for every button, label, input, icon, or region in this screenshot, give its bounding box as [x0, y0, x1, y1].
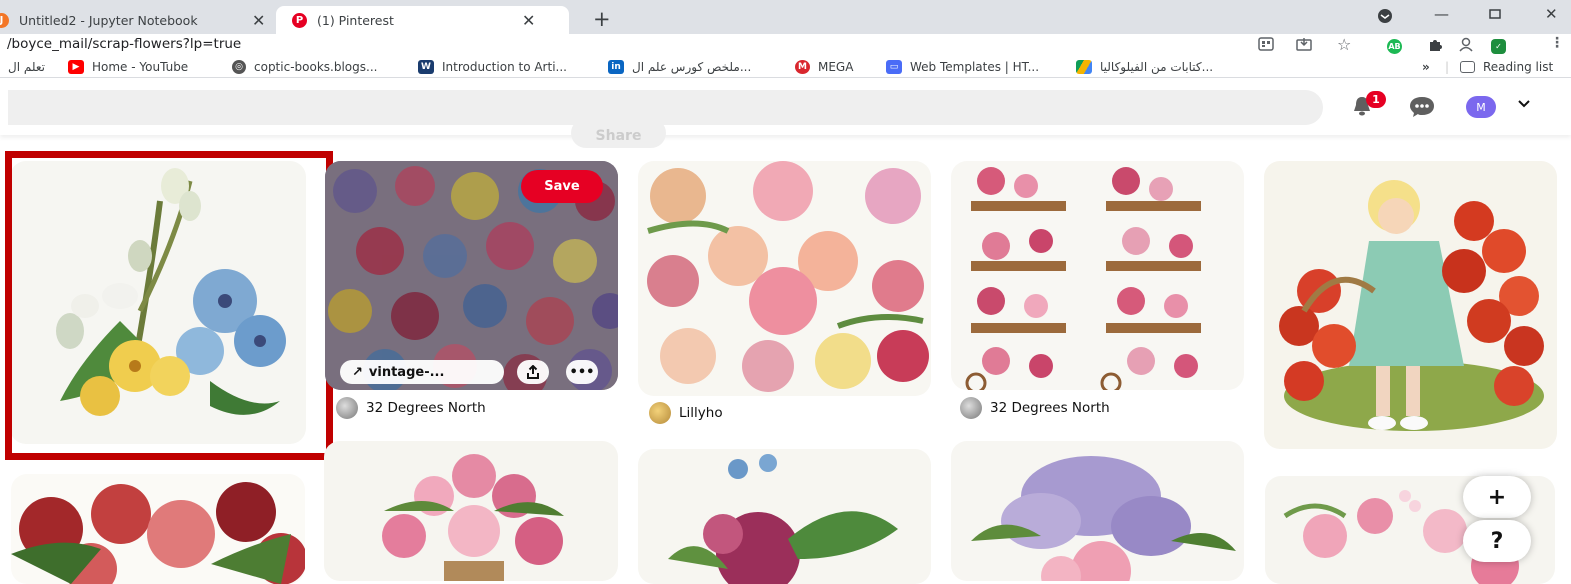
bookmark-item[interactable]: تعلم ال — [8, 58, 45, 76]
pin-red-roses[interactable] — [11, 474, 305, 584]
profile-icon[interactable] — [1458, 37, 1474, 56]
pin-rose-scraps[interactable] — [638, 161, 931, 396]
tab-jupyter[interactable]: J Untitled2 - Jupyter Notebook ✕ — [0, 6, 280, 34]
author-name: 32 Degrees North — [366, 400, 486, 416]
wikipedia-icon: W — [418, 60, 434, 74]
bookmark-linkedin[interactable]: in ملخص كورس علم ال... — [608, 58, 751, 76]
pin-author[interactable]: 32 Degrees North — [960, 397, 1110, 419]
author-avatar — [649, 402, 671, 424]
more-options-icon[interactable]: ••• — [566, 360, 598, 384]
pin-author[interactable]: Lillyho — [649, 402, 723, 424]
bookmark-label: Home - YouTube — [92, 60, 189, 74]
pin-link-label: vintage-... — [368, 364, 445, 380]
bookmark-label: Introduction to Arti... — [442, 60, 567, 74]
pin-lilac[interactable] — [951, 441, 1244, 581]
reading-list[interactable]: Reading list — [1460, 58, 1553, 76]
bookmark-label: ملخص كورس علم ال... — [632, 60, 752, 74]
avatar[interactable]: M — [1466, 96, 1496, 118]
tab-title: (1) Pinterest — [317, 12, 394, 28]
author-name: Lillyho — [679, 405, 723, 421]
peony-illustration — [668, 454, 898, 584]
bookmark-label: كتابات من الفيلوكاليا... — [1100, 60, 1214, 74]
girl-poppies-illustration — [1279, 180, 1544, 431]
profile-dot-icon[interactable] — [1377, 8, 1393, 28]
star-icon[interactable]: ☆ — [1337, 35, 1351, 54]
share-icon[interactable] — [517, 360, 549, 384]
menu-dots-icon[interactable]: ⋮ — [1550, 35, 1564, 51]
bookmark-label: Web Templates | HT... — [910, 60, 1040, 74]
rose-basket-illustration — [382, 454, 564, 581]
arrow-up-right-icon: ↗ — [352, 364, 363, 380]
bookmark-label: تعلم ال — [8, 60, 45, 74]
new-tab-button[interactable]: + — [593, 7, 611, 31]
share-button[interactable]: Share — [571, 118, 666, 148]
bookmark-label: coptic-books.blogs... — [254, 60, 378, 74]
author-avatar — [960, 397, 982, 419]
divider: | — [1445, 60, 1450, 74]
template-icon: ▭ — [886, 60, 902, 74]
pin-rose-carts[interactable] — [951, 161, 1244, 390]
bookmark-web-templates[interactable]: ▭ Web Templates | HT... — [886, 58, 1039, 76]
search-input[interactable] — [8, 90, 1323, 125]
lilac-illustration — [971, 456, 1236, 581]
shield-icon[interactable]: ✓ — [1491, 37, 1506, 54]
author-name: 32 Degrees North — [990, 400, 1110, 416]
tab-pinterest[interactable]: P (1) Pinterest ✕ — [276, 6, 569, 34]
pinterest-icon: P — [292, 12, 307, 28]
maximize-icon[interactable] — [1488, 7, 1502, 25]
close-icon[interactable]: ✕ — [522, 11, 535, 30]
globe-icon: ◎ — [232, 60, 246, 74]
close-window-icon[interactable]: ✕ — [1545, 5, 1558, 23]
bookmark-drive[interactable]: كتابات من الفيلوكاليا... — [1076, 58, 1213, 76]
drive-icon — [1076, 60, 1092, 74]
reading-list-label: Reading list — [1483, 60, 1554, 74]
minimize-icon[interactable]: — — [1434, 5, 1449, 23]
install-icon[interactable] — [1296, 37, 1312, 55]
jupyter-icon: J — [0, 12, 9, 28]
address-bar[interactable]: /boyce_mail/scrap-flowers?lp=true — [7, 36, 241, 52]
youtube-icon: ▶ — [68, 60, 84, 74]
tab-title: Untitled2 - Jupyter Notebook — [19, 12, 198, 28]
qr-icon[interactable] — [1258, 37, 1274, 55]
bookmark-label: MEGA — [818, 60, 854, 74]
bookmark-wikipedia[interactable]: W Introduction to Arti... — [418, 58, 567, 76]
author-avatar — [336, 397, 358, 419]
pin-pink-basket[interactable] — [324, 441, 618, 581]
linkedin-icon: in — [608, 60, 624, 74]
add-button[interactable]: + — [1463, 476, 1531, 518]
pin-link-button[interactable]: ↗ vintage-... — [340, 360, 504, 384]
mega-icon: M — [795, 60, 810, 74]
save-button[interactable]: Save — [521, 170, 603, 203]
bookmark-coptic[interactable]: ◎ coptic-books.blogs... — [232, 58, 377, 76]
pin-girl-poppies[interactable] — [1264, 161, 1557, 449]
rose-illustration — [11, 482, 305, 584]
help-button[interactable]: ? — [1463, 520, 1531, 562]
rose-scraps-illustration — [647, 161, 929, 392]
bookmark-mega[interactable]: M MEGA — [795, 58, 853, 76]
pin-author[interactable]: 32 Degrees North — [336, 397, 486, 419]
close-icon[interactable]: ✕ — [252, 11, 265, 30]
notification-badge: 1 — [1366, 91, 1386, 108]
chevron-down-icon[interactable] — [1517, 97, 1531, 113]
reading-list-icon — [1460, 61, 1475, 73]
puzzle-icon[interactable] — [1427, 37, 1443, 56]
extension-ab-icon[interactable]: AB — [1387, 37, 1402, 54]
messages-icon[interactable] — [1408, 96, 1436, 118]
pin-peony[interactable] — [638, 449, 931, 584]
selection-highlight — [5, 151, 333, 460]
bookmark-youtube[interactable]: ▶ Home - YouTube — [68, 58, 188, 76]
rose-cart-illustration — [965, 167, 1201, 390]
more-bookmarks-icon[interactable]: » — [1422, 58, 1430, 76]
